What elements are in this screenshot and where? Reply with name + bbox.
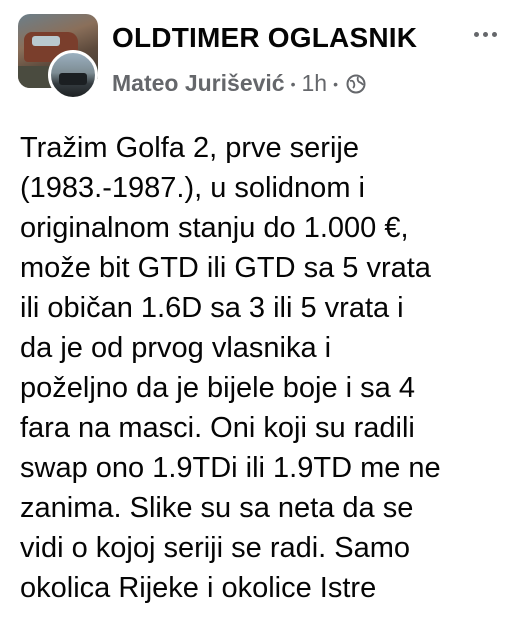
post-text-line: fara na masci. Oni koji su radili — [20, 412, 415, 444]
post-text-line: poželjno da je bijele boje i sa 4 — [20, 372, 415, 404]
post-text-line: originalnom stanju do 1.000 €, — [20, 212, 409, 244]
post-text-line: Tražim Golfa 2, prve serije — [20, 132, 359, 164]
user-avatar[interactable] — [48, 50, 98, 100]
post-body: Tražim Golfa 2, prve serije (1983.-1987.… — [20, 128, 520, 608]
post-text-line: zanima. Slike su sa neta da se — [20, 492, 414, 524]
more-options-icon[interactable] — [470, 26, 500, 42]
post-text-line: može bit GTD ili GTD sa 5 vrata — [20, 252, 431, 284]
group-name[interactable]: OLDTIMER OGLASNIK — [112, 22, 417, 54]
post-text-line: vidi o kojoj seriji se radi. Samo — [20, 532, 411, 564]
post-text-line: okolica Rijeke i okolice Istre — [20, 572, 377, 604]
post-text-line: ili običan 1.6D sa 3 ili 5 vrata i — [20, 292, 404, 324]
avatar-car-window — [32, 36, 60, 46]
post-text-line: (1983.-1987.), u solidnom i — [20, 172, 365, 204]
post-meta: Mateo Jurišević • 1h • — [112, 70, 366, 97]
author-name[interactable]: Mateo Jurišević — [112, 70, 285, 97]
meta-separator: • — [290, 75, 296, 92]
post-time[interactable]: 1h — [302, 70, 328, 97]
avatar-truck — [59, 73, 87, 85]
post-text-line: da je od prvog vlasnika i — [20, 332, 332, 364]
meta-separator-2: • — [333, 75, 338, 92]
post-text-line: swap ono 1.9TDi ili 1.9TD me ne — [20, 452, 441, 484]
globe-icon[interactable] — [346, 74, 366, 94]
post-header: OLDTIMER OGLASNIK Mateo Jurišević • 1h • — [0, 0, 530, 110]
